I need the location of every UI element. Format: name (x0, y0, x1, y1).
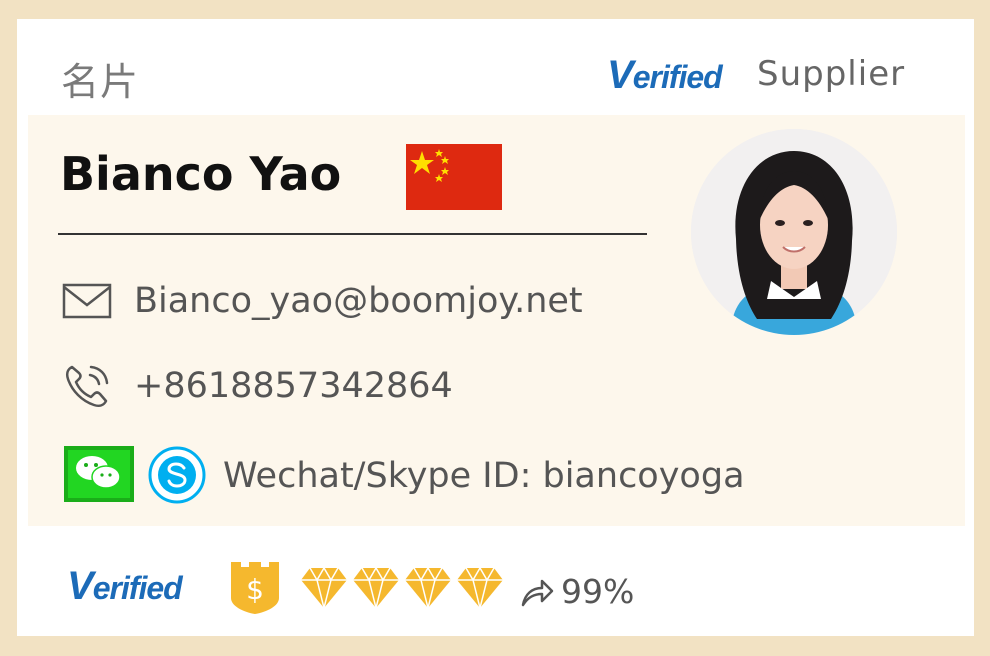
supplier-label: Supplier (757, 54, 906, 94)
email-link[interactable]: Bianco_yao@boomjoy.net (134, 281, 583, 321)
skype-icon[interactable] (148, 446, 206, 504)
verified-badge-bottom-rest: erified (92, 570, 183, 606)
profile-photo (691, 129, 897, 335)
mail-icon (62, 283, 112, 319)
verified-badge-bottom: Verified (67, 564, 183, 609)
card-footer: Verified $ 99% (17, 526, 974, 636)
profile-panel: Bianco Yao Bianco_yao@boomjoy.net +86188… (28, 115, 965, 526)
name-divider (58, 233, 647, 235)
diamond-icon (353, 566, 399, 609)
card-title: 名片 (61, 60, 140, 104)
profile-photo-illustration (691, 129, 897, 335)
im-id-label: Wechat/Skype ID: biancoyoga (223, 456, 745, 496)
verified-badge-rest: erified (632, 59, 723, 95)
response-rate: 99% (561, 572, 635, 611)
diamond-icon (457, 566, 503, 609)
phone-number[interactable]: +8618857342864 (134, 366, 453, 406)
diamond-icon (405, 566, 451, 609)
wechat-icon[interactable] (64, 446, 134, 502)
share-arrow-icon (521, 579, 554, 607)
china-flag-icon (406, 144, 502, 210)
phone-icon (65, 365, 109, 408)
diamond-icon (301, 566, 347, 609)
verified-badge-top: Verified (607, 53, 723, 98)
gold-shield-dollar-icon: $ (231, 562, 279, 614)
business-card: 名片 Verified Supplier Bianco Yao Bianco_y… (17, 19, 974, 636)
verified-badge-v: V (607, 53, 634, 97)
card-header: 名片 Verified Supplier (17, 19, 974, 115)
verified-badge-bottom-v: V (67, 564, 94, 608)
svg-text:$: $ (246, 573, 264, 606)
contact-name: Bianco Yao (60, 147, 342, 201)
